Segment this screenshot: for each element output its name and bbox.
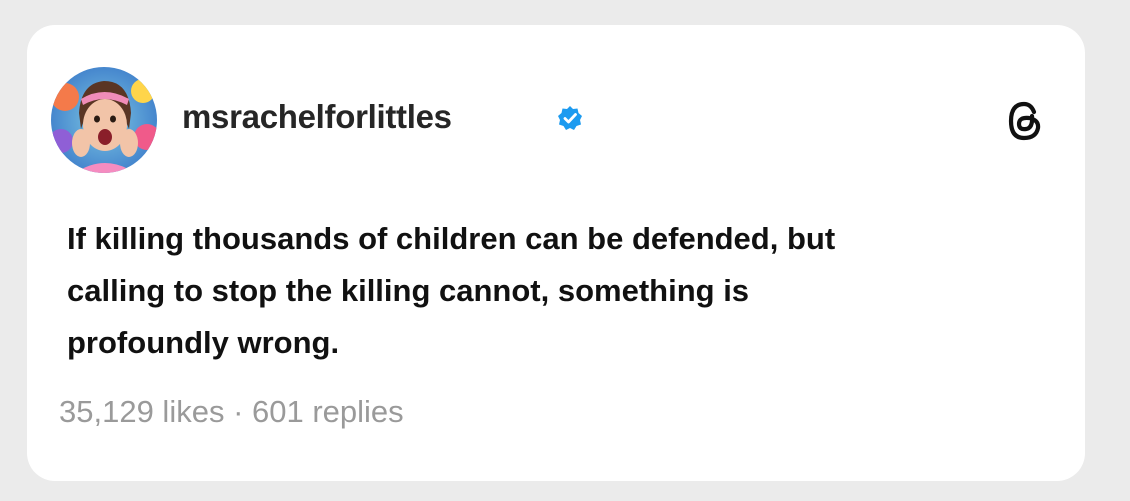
username[interactable]: msrachelforlittles: [182, 95, 452, 139]
likes-count[interactable]: 35,129 likes: [59, 394, 224, 429]
stats-separator: ·: [224, 394, 253, 429]
replies-count[interactable]: 601 replies: [252, 394, 404, 429]
post-card: msrachelforlittles If killing thousands …: [27, 25, 1085, 481]
verified-badge-icon: [557, 105, 583, 131]
post-stats: 35,129 likes · 601 replies: [59, 390, 404, 434]
avatar[interactable]: [51, 67, 157, 173]
post-text: If killing thousands of children can be …: [67, 221, 836, 360]
threads-logo-icon[interactable]: [1005, 99, 1045, 143]
